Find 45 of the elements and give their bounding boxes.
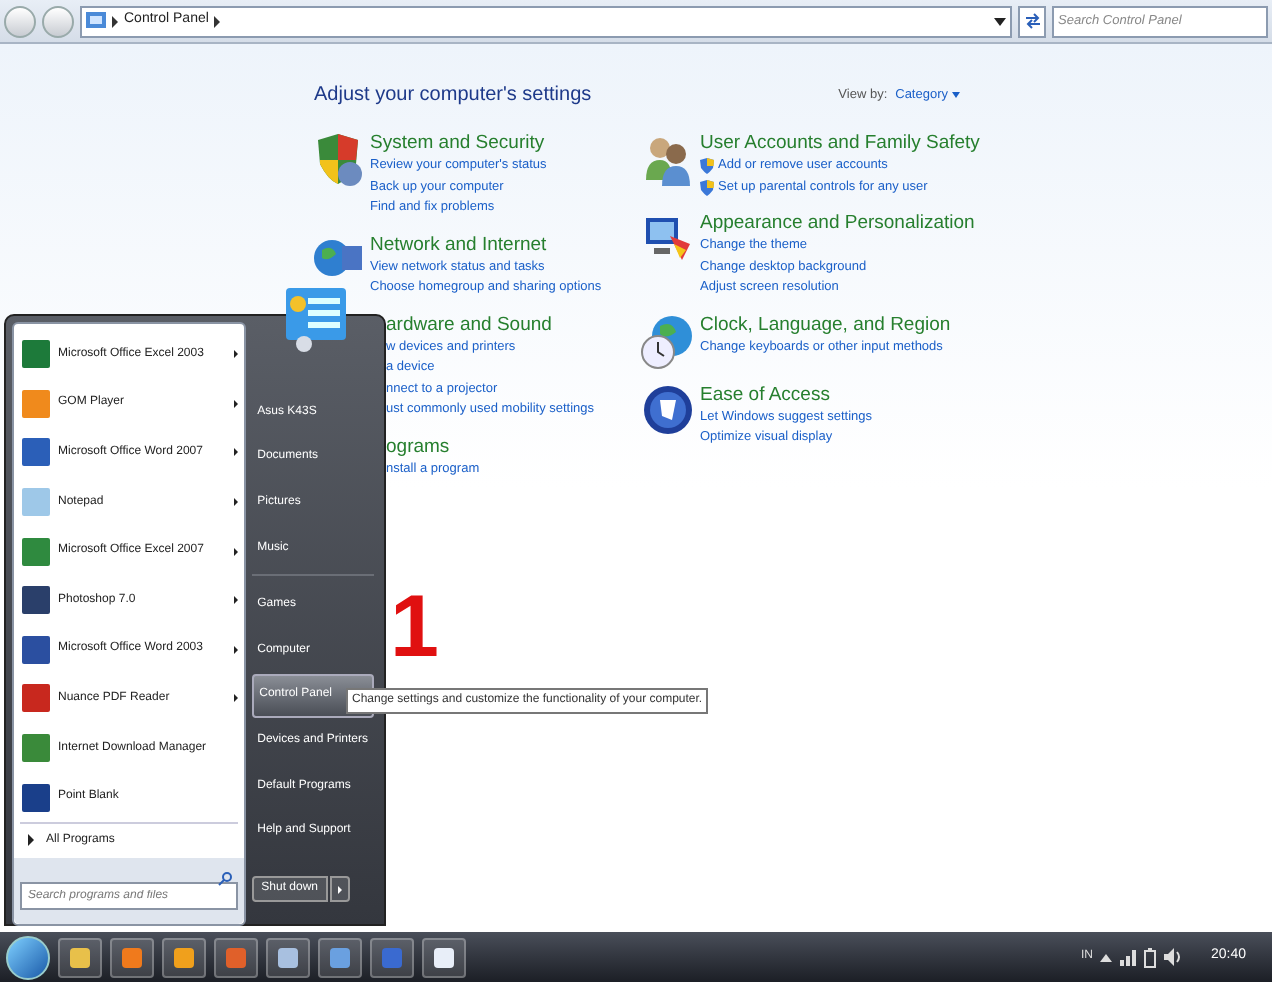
category-title[interactable]: User Accounts and Family Safety: [700, 132, 980, 156]
app-icon: [20, 633, 52, 666]
control-panel-icon: [86, 11, 106, 31]
dropdown-icon[interactable]: [994, 17, 1006, 25]
app-icon: [20, 535, 52, 568]
category-title[interactable]: Clock, Language, and Region: [700, 313, 951, 337]
volume-icon[interactable]: [1164, 948, 1183, 966]
category-title[interactable]: Ease of Access: [700, 383, 872, 407]
shield-icon: [312, 132, 364, 188]
app-icon: [20, 387, 52, 420]
control-panel-icon: [284, 286, 348, 354]
chevron-icon: [112, 15, 118, 27]
globe-clock-icon: [640, 313, 696, 369]
category-title[interactable]: Network and Internet: [370, 233, 602, 257]
category-title[interactable]: System and Security: [370, 132, 547, 156]
refresh-icon: [1023, 12, 1041, 30]
app-icon: [20, 682, 52, 715]
tray-arrow-icon[interactable]: [1100, 953, 1113, 961]
signal-icon[interactable]: [1120, 949, 1137, 965]
shutdown-options-button[interactable]: [330, 876, 350, 902]
taskbar-app-button[interactable]: [318, 937, 362, 977]
expand-arrow-icon: [28, 834, 34, 847]
taskbar-app-button[interactable]: [110, 937, 154, 977]
app-icon: [20, 338, 52, 371]
app-icon: [20, 486, 52, 519]
app-icon: [20, 732, 52, 765]
annotation-number: 1: [390, 580, 439, 676]
taskbar-app-button[interactable]: [422, 937, 466, 977]
chevron-icon: [214, 15, 221, 27]
taskbar-app-button[interactable]: [58, 937, 102, 977]
monitor-paint-icon: [642, 212, 694, 264]
search-icon: [217, 872, 232, 887]
app-icon: [20, 781, 52, 814]
start-button[interactable]: [6, 935, 50, 979]
app-icon: [20, 436, 52, 469]
category-title[interactable]: ograms: [386, 435, 480, 459]
category-title[interactable]: Appearance and Personalization: [700, 212, 975, 236]
page-title: Adjust your computer's settings: [314, 82, 594, 110]
app-icon: [20, 584, 52, 617]
taskbar-app-button[interactable]: [162, 937, 206, 977]
users-icon: [642, 132, 694, 188]
battery-icon[interactable]: [1144, 947, 1157, 967]
taskbar-app-button[interactable]: [266, 937, 310, 977]
category-title[interactable]: ardware and Sound: [386, 313, 595, 337]
refresh-button[interactable]: [1018, 5, 1046, 37]
